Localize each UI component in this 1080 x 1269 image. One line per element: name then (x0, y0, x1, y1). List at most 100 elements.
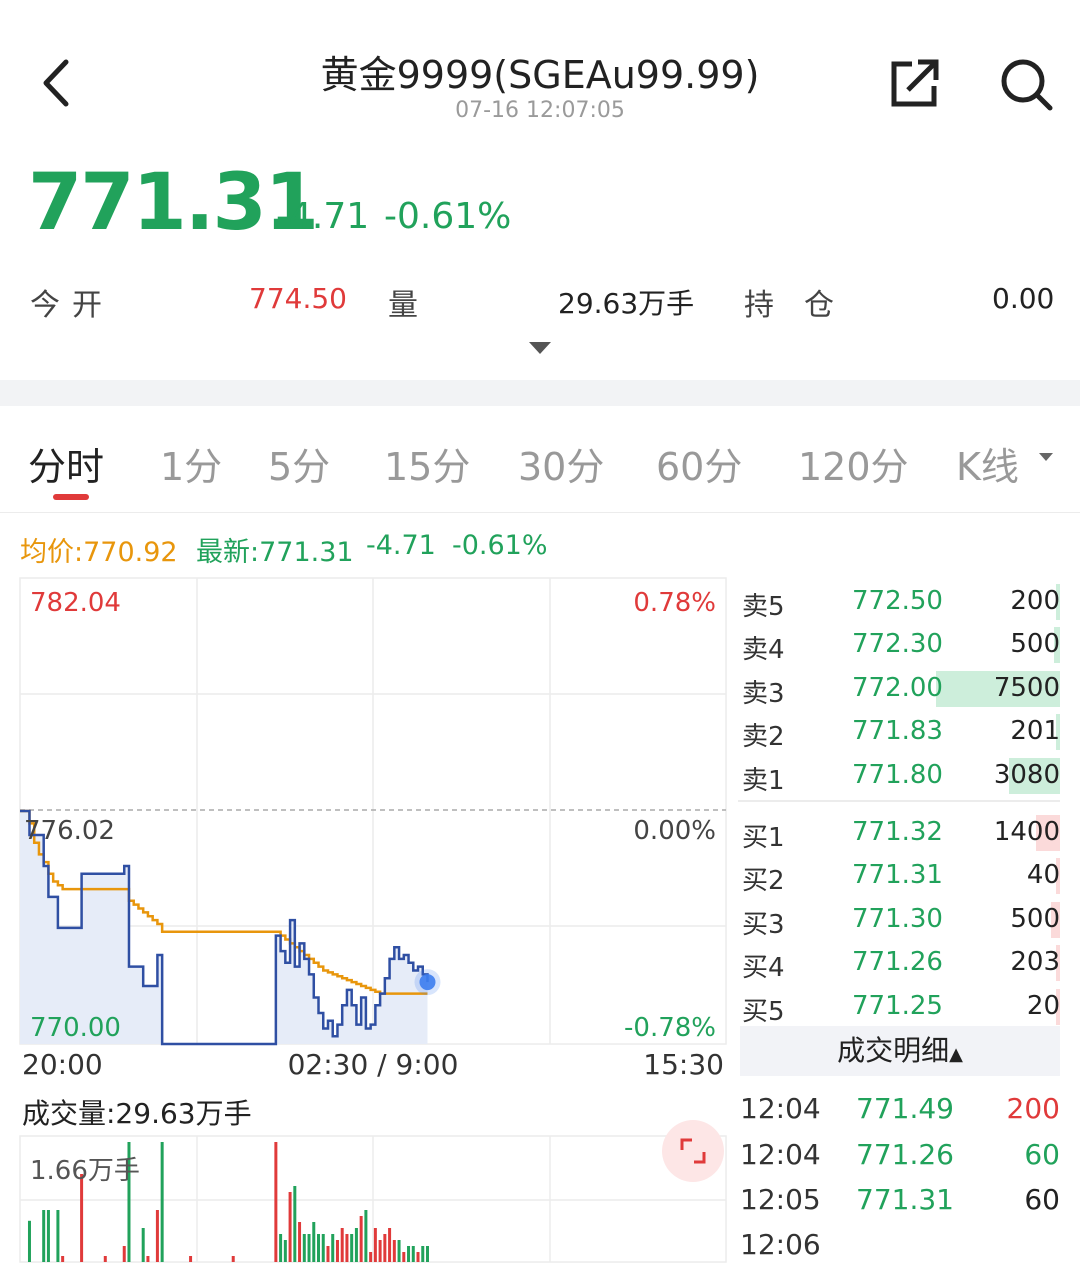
volume-bar (302, 1234, 306, 1262)
order-book-level-label: 卖3 (742, 679, 785, 709)
pct-bottom-label: -0.78% (624, 1013, 716, 1043)
trade-detail-title: 成交明细 (837, 1034, 950, 1067)
tab-kline[interactable]: K线 (956, 436, 1019, 491)
last-price: 771.31 (28, 158, 319, 248)
volume-value: 29.63万手 (558, 287, 695, 320)
order-book-price: 772.00 (852, 673, 943, 703)
trade-volume: 60 (1024, 1138, 1060, 1171)
order-book-buy-1[interactable]: 买1 771.32 1400 (738, 813, 1060, 853)
fullscreen-icon (680, 1138, 706, 1164)
volume-bar (411, 1246, 415, 1262)
order-book-price: 771.32 (852, 817, 943, 847)
volume-bar (42, 1210, 46, 1262)
volume-bar (80, 1174, 84, 1262)
price-change-percent: -0.61% (384, 196, 512, 237)
volume-bar (378, 1240, 382, 1262)
volume-bar (283, 1240, 287, 1262)
order-book-volume: 40 (1026, 860, 1060, 890)
order-book-price: 771.80 (852, 760, 943, 790)
tab-1min[interactable]: 1分 (160, 436, 222, 491)
tab-120min[interactable]: 120分 (798, 436, 909, 491)
kline-dropdown-icon[interactable] (1038, 452, 1054, 462)
volume-bar (392, 1240, 396, 1262)
order-book-volume: 203 (1010, 947, 1060, 977)
y-top-label: 782.04 (30, 588, 121, 618)
volume-bar (425, 1246, 429, 1262)
order-book-sell-1[interactable]: 卖1 771.80 3080 (738, 756, 1060, 796)
order-book-sell-4[interactable]: 卖4 772.30 500 (738, 625, 1060, 665)
fullscreen-button[interactable] (662, 1120, 724, 1182)
order-book-volume: 7500 (993, 673, 1060, 703)
volume-bar (279, 1234, 283, 1262)
volume-bar (122, 1246, 126, 1262)
volume-bar (397, 1240, 401, 1262)
order-book-volume: 500 (1010, 904, 1060, 934)
volume-bar (56, 1210, 60, 1262)
tab-5min[interactable]: 5分 (268, 436, 330, 491)
order-book-buy-4[interactable]: 买4 771.26 203 (738, 943, 1060, 983)
price-change: -4.71 (276, 196, 370, 237)
tab-15min[interactable]: 15分 (384, 436, 470, 491)
trade-detail-header[interactable]: 成交明细▲ (740, 1026, 1060, 1076)
volume-bar (231, 1256, 235, 1262)
volume-bar (317, 1234, 321, 1262)
volume-bar (103, 1256, 107, 1262)
pct-top-label: 0.78% (633, 588, 716, 618)
volume-title: 成交量:29.63万手 (22, 1097, 252, 1130)
volume-bar (331, 1234, 335, 1262)
share-icon[interactable] (890, 58, 942, 108)
volume-bar (350, 1234, 354, 1262)
order-book-price: 771.31 (852, 860, 943, 890)
last-price-dot-halo (414, 969, 441, 996)
order-book-sell-5[interactable]: 卖5 772.50 200 (738, 582, 1060, 622)
order-book-buy-2[interactable]: 买2 771.31 40 (738, 856, 1060, 896)
order-book-sell-2[interactable]: 卖2 771.83 201 (738, 712, 1060, 752)
order-book-level-label: 卖2 (742, 722, 785, 752)
volume-bar (155, 1210, 159, 1262)
order-book-level-label: 买5 (742, 997, 785, 1027)
active-tab-indicator (53, 494, 89, 500)
order-book-level-label: 卖1 (742, 766, 785, 796)
order-book-volume: 500 (1010, 629, 1060, 659)
volume-bar (402, 1252, 406, 1262)
volume-bar (345, 1234, 349, 1262)
y-bottom-label: 770.00 (30, 1013, 121, 1043)
trade-volume: 60 (1024, 1183, 1060, 1216)
section-divider (0, 380, 1080, 406)
volume-bar (307, 1234, 311, 1262)
expand-caret-icon[interactable] (527, 340, 553, 356)
order-book-price: 771.25 (852, 991, 943, 1021)
order-book-price: 771.30 (852, 904, 943, 934)
volume-bar (312, 1222, 316, 1262)
search-icon[interactable] (998, 56, 1054, 112)
volume-bar (383, 1234, 387, 1262)
volume-bar (298, 1222, 302, 1262)
tab-60min[interactable]: 60分 (656, 436, 742, 491)
open-value: 774.50 (249, 282, 347, 315)
volume-label: 量 (388, 288, 430, 323)
y-mid-label: 776.02 (24, 816, 115, 846)
tabs-divider (0, 512, 1080, 513)
volume-bar (388, 1228, 392, 1262)
volume-bar (288, 1192, 292, 1262)
tab-30min[interactable]: 30分 (518, 436, 604, 491)
order-book-price: 772.30 (852, 629, 943, 659)
trade-row: 12:04 771.26 60 (740, 1136, 1060, 1176)
pct-mid-label: 0.00% (633, 816, 716, 846)
x-label-mid: 02:30 / 9:00 (288, 1048, 459, 1081)
volume-bar (27, 1220, 31, 1262)
collapse-caret-icon: ▲ (949, 1044, 963, 1065)
open-interest-value: 0.00 (992, 282, 1055, 315)
order-book-separator (738, 800, 1060, 802)
order-book-sell-3[interactable]: 卖3 772.00 7500 (738, 669, 1060, 709)
volume-bar (61, 1256, 65, 1262)
volume-bar (146, 1256, 150, 1262)
order-book-level-label: 卖5 (742, 592, 785, 622)
open-label: 今开 (30, 288, 114, 323)
trade-time: 12:04 (740, 1092, 821, 1125)
trade-price: 771.49 (856, 1092, 954, 1125)
tab-intraday[interactable]: 分时 (28, 436, 104, 491)
order-book-buy-5[interactable]: 买5 771.25 20 (738, 987, 1060, 1027)
order-book-buy-3[interactable]: 买3 771.30 500 (738, 900, 1060, 940)
volume-bar (373, 1228, 377, 1262)
